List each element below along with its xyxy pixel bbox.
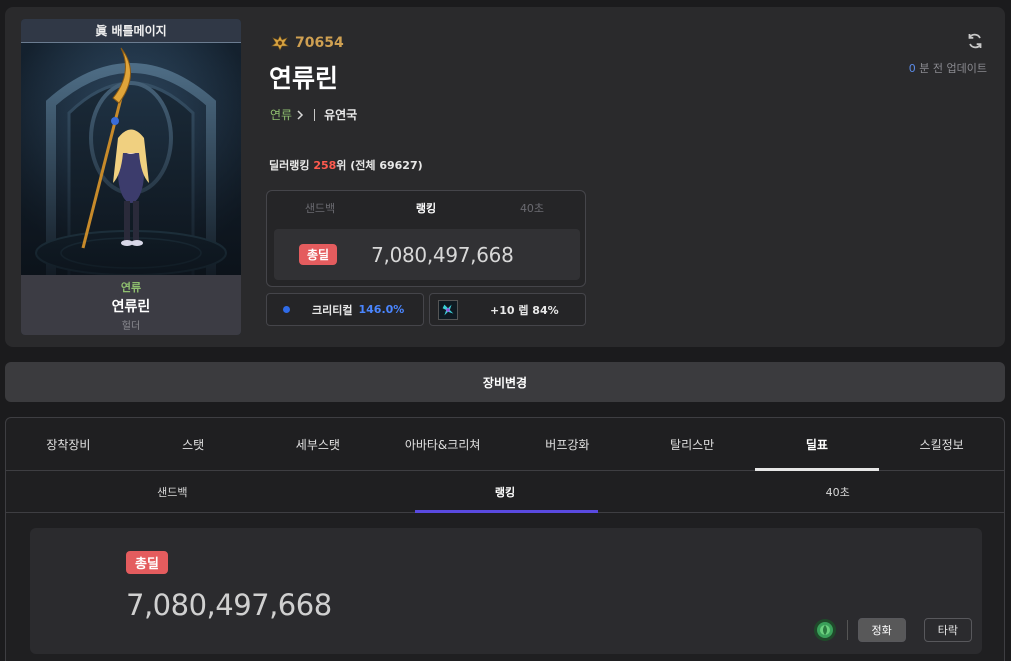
critical-value: 146.0% [358, 303, 405, 316]
purify-mode-button[interactable]: 정화 [857, 618, 906, 642]
refresh-icon[interactable] [965, 31, 985, 51]
result-total-value: 7,080,497,668 [126, 588, 332, 622]
character-profile-card: 眞 배틀메이지 연류 연류린 헐더 70654 연류린 연류 유연국 0 분 전… [5, 7, 1005, 347]
guild-server-row: 연류 유연국 [270, 106, 357, 123]
tab-stats[interactable]: 스탯 [131, 418, 256, 470]
portrait-name: 연류린 [111, 298, 151, 315]
updated-minutes: 0 [908, 62, 916, 75]
damage-summary-tabs: 샌드백 랭킹 40초 [267, 191, 585, 225]
updated-label: 분 전 업데이트 [919, 62, 987, 75]
damage-summary-value-row: 총딜 7,080,497,668 [274, 229, 580, 280]
portrait-footer: 연류 연류린 헐더 [21, 275, 241, 335]
mode-toggle-group: 정화 타락 [813, 618, 972, 642]
guild-name: 연류 [270, 108, 293, 122]
subtab-sandbag[interactable]: 샌드백 [6, 471, 339, 512]
tab-avatar-creature[interactable]: 아바타&크리쳐 [380, 418, 505, 470]
portrait-class: 헐더 [121, 320, 141, 332]
guild-link[interactable]: 연류 [270, 106, 304, 123]
chevron-right-icon [297, 109, 304, 120]
detail-tabs-panel: 장착장비 스탯 세부스탯 아바타&크리쳐 버프강화 탈리스만 딜표 스킬정보 샌… [5, 417, 1005, 661]
summary-tab-sandbag[interactable]: 샌드백 [267, 191, 373, 225]
character-portrait: 眞 배틀메이지 연류 연류린 헐더 [21, 19, 241, 335]
dealer-ranking: 딜러랭킹 258위 (전체 69627) [269, 157, 423, 173]
tab-detailed-stats[interactable]: 세부스탯 [256, 418, 381, 470]
score-value: 70654 [295, 35, 344, 51]
critical-stat: 크리티컬 146.0% [266, 293, 424, 326]
rank-prefix: 딜러랭킹 [269, 159, 310, 172]
awakening-icon [438, 299, 458, 320]
damage-result-card: 총딜 7,080,497,668 정화 타락 [30, 528, 982, 654]
damage-summary-box: 샌드백 랭킹 40초 총딜 7,080,497,668 [266, 190, 586, 287]
portrait-class-title: 眞 배틀메이지 [21, 19, 241, 43]
rank-suffix: 위 (전체 69627) [336, 159, 423, 172]
summary-tab-40s[interactable]: 40초 [479, 191, 585, 225]
divider [846, 620, 848, 640]
tab-skill-info[interactable]: 스킬정보 [879, 418, 1004, 470]
crest-icon [271, 35, 289, 51]
total-damage-value: 7,080,497,668 [371, 242, 514, 267]
result-total-badge: 총딜 [126, 551, 168, 574]
rank-value: 258 [313, 159, 337, 172]
awakening-label: +10 렙 84% [490, 303, 559, 317]
tab-buff-enhance[interactable]: 버프강화 [505, 418, 630, 470]
tab-damage-table[interactable]: 딜표 [754, 418, 880, 471]
equipment-change-button[interactable]: 장비변경 [5, 362, 1005, 402]
sub-tab-bar: 샌드백 랭킹 40초 [6, 471, 1004, 513]
dot-icon [283, 306, 290, 313]
corrupt-mode-button[interactable]: 타락 [923, 618, 972, 642]
subtab-ranking[interactable]: 랭킹 [339, 471, 672, 513]
subtab-40s[interactable]: 40초 [671, 471, 1004, 512]
summary-tab-ranking[interactable]: 랭킹 [373, 191, 479, 225]
divider [314, 108, 316, 121]
rose-icon [813, 619, 836, 641]
adventure-score: 70654 [271, 35, 344, 51]
awakening-stat: +10 렙 84% [429, 293, 586, 326]
total-damage-badge: 총딜 [299, 244, 338, 265]
last-updated: 0 분 전 업데이트 [909, 60, 987, 76]
server-name: 유연국 [324, 108, 358, 122]
critical-label: 크리티컬 [312, 303, 353, 317]
portrait-guild: 연류 [120, 280, 142, 294]
tab-equipment[interactable]: 장착장비 [6, 418, 131, 470]
character-image [21, 43, 241, 275]
tab-talisman[interactable]: 탈리스만 [630, 418, 755, 470]
main-tab-bar: 장착장비 스탯 세부스탯 아바타&크리쳐 버프강화 탈리스만 딜표 스킬정보 [6, 418, 1004, 471]
character-name: 연류린 [269, 64, 339, 93]
